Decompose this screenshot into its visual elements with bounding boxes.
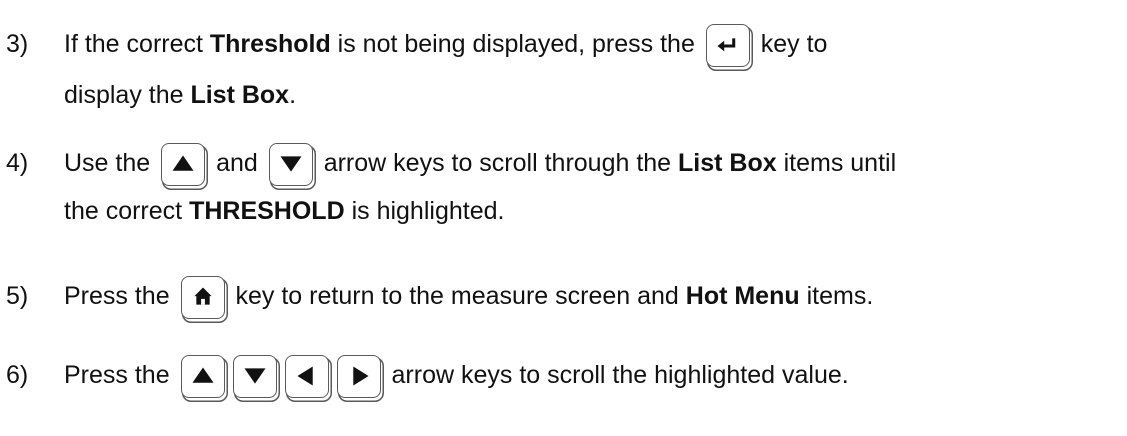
step-5: 5) Press the key to return to the measure… — [0, 276, 873, 319]
step-text: Use the — [64, 149, 151, 178]
step-text: arrow keys to scroll through the — [323, 149, 679, 178]
step-text: Press the — [64, 282, 170, 311]
step-text: If the correct — [64, 30, 210, 59]
step-3: 3) If the correct Threshold is not being … — [0, 24, 827, 67]
step-bold-text: List Box — [678, 149, 777, 178]
step-text: is highlighted. — [344, 197, 505, 225]
step-text: and — [216, 149, 258, 178]
step-bold-text: Hot Menu — [685, 282, 800, 311]
step-4-continued: the correct THRESHOLD is highlighted. — [0, 196, 504, 226]
step-6: 6) Press the arrow keys to scroll the hig… — [0, 355, 849, 398]
right-arrow-key-icon — [336, 355, 381, 398]
step-number: 5) — [6, 282, 29, 311]
home-key-icon — [180, 276, 225, 319]
down-arrow-key-icon — [232, 355, 277, 398]
step-text: . — [289, 81, 297, 109]
step-text: arrow keys to scroll the highlighted val… — [391, 361, 849, 390]
step-number: 3) — [6, 30, 29, 59]
step-bold-text: THRESHOLD — [189, 197, 345, 225]
step-text: items until — [776, 149, 897, 178]
step-text: key to return to the measure screen and — [235, 282, 686, 311]
down-arrow-key-icon — [268, 143, 313, 186]
step-text: display the — [64, 81, 191, 109]
instruction-list: 3) If the correct Threshold is not being … — [0, 0, 1127, 436]
step-text: is not being displayed, press the — [330, 30, 695, 59]
step-text: key to — [760, 30, 828, 59]
step-4: 4) Use the and arrow keys to scroll throu… — [0, 143, 896, 186]
step-number: 4) — [6, 149, 29, 178]
up-arrow-key-icon — [180, 355, 225, 398]
step-text: Press the — [64, 361, 170, 390]
step-bold-text: Threshold — [209, 30, 331, 59]
step-3-continued: display the List Box. — [0, 80, 296, 110]
enter-key-icon — [705, 24, 750, 67]
left-arrow-key-icon — [284, 355, 329, 398]
step-text: items. — [799, 282, 874, 311]
step-number: 6) — [6, 361, 29, 390]
step-bold-text: List Box — [190, 81, 290, 109]
step-text: the correct — [64, 197, 190, 225]
up-arrow-key-icon — [161, 143, 206, 186]
